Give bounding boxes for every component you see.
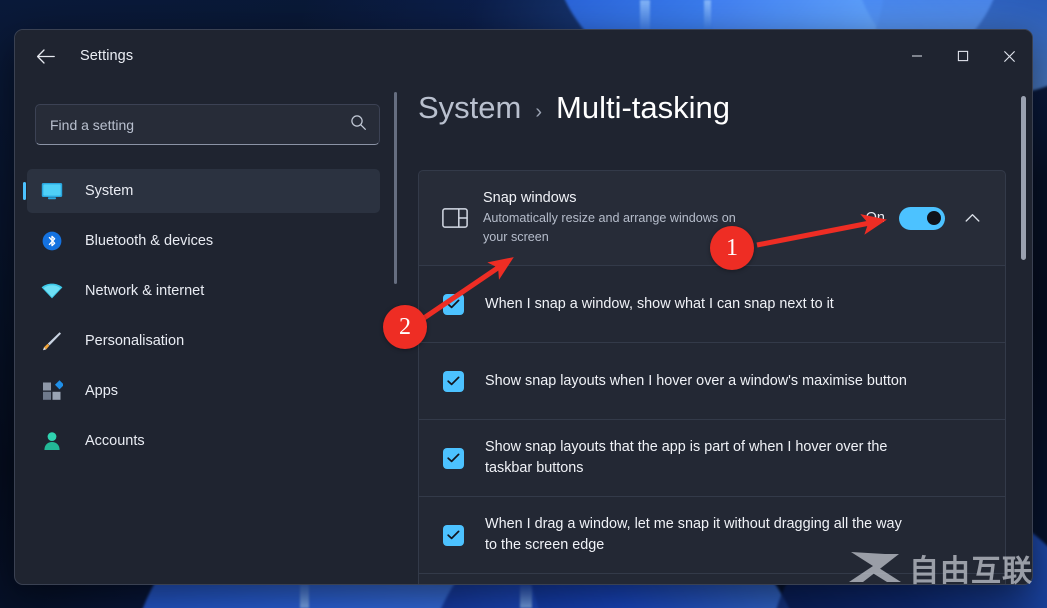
close-icon — [1003, 50, 1015, 62]
checkmark-icon — [447, 530, 460, 540]
wifi-icon — [37, 278, 67, 304]
snap-toggle-state-label: On — [865, 210, 885, 226]
x-logo-icon — [849, 552, 901, 582]
snap-option-row[interactable]: Show snap layouts that the app is part o… — [418, 419, 1006, 496]
minimize-button[interactable] — [894, 30, 940, 82]
paintbrush-icon — [37, 328, 67, 354]
snap-option-row[interactable]: When I snap a window, show what I can sn… — [418, 265, 1006, 342]
checkmark-icon — [447, 453, 460, 463]
sidebar-item-apps[interactable]: Apps — [27, 369, 380, 413]
snap-windows-text: Snap windows Automatically resize and ar… — [477, 190, 866, 246]
chevron-up-icon — [965, 214, 979, 222]
maximize-button[interactable] — [940, 30, 986, 82]
apps-icon — [37, 378, 67, 404]
settings-window: Settings Find a setting System Bluetooth… — [14, 29, 1033, 585]
page-title: Multi-tasking — [556, 90, 731, 125]
snap-windows-toggle[interactable] — [899, 206, 945, 230]
sidebar-item-label: Apps — [85, 383, 119, 399]
sidebar-item-bluetooth-devices[interactable]: Bluetooth & devices — [27, 219, 380, 263]
checkmark-icon — [447, 299, 460, 309]
snap-windows-title: Snap windows — [483, 190, 577, 207]
snap-windows-subtitle: Automatically resize and arrange windows… — [483, 211, 736, 244]
sidebar-scrollbar[interactable] — [394, 92, 397, 284]
snap-option-checkbox[interactable] — [443, 524, 464, 546]
breadcrumb-separator-icon: › — [535, 101, 543, 123]
snap-option-label: Show snap layouts when I hover over a wi… — [485, 372, 907, 389]
minimize-icon — [912, 55, 922, 57]
person-icon — [37, 428, 67, 454]
search-box — [35, 104, 380, 145]
wallpaper-streak — [704, 0, 711, 30]
bluetooth-icon — [37, 228, 67, 254]
sidebar-item-label: Network & internet — [85, 283, 205, 299]
sidebar-nav: System Bluetooth & devices Network & int… — [15, 169, 400, 463]
back-button[interactable] — [28, 39, 62, 73]
snap-option-checkbox[interactable] — [443, 447, 464, 469]
monitor-icon — [37, 178, 67, 204]
settings-cards: Snap windows Automatically resize and ar… — [400, 170, 1032, 584]
breadcrumb: System › Multi-tasking — [400, 90, 1032, 170]
checkmark-icon — [447, 376, 460, 386]
snap-windows-card: Snap windows Automatically resize and ar… — [418, 170, 1006, 265]
back-arrow-icon — [36, 48, 55, 64]
window-content: System Bluetooth & devices — [15, 82, 1032, 584]
snap-option-row[interactable]: Show snap layouts when I hover over a wi… — [418, 342, 1006, 419]
toggle-knob — [927, 211, 941, 225]
sidebar-item-system[interactable]: System — [27, 169, 380, 213]
snap-option-label: When I snap a window, show what I can sn… — [485, 295, 834, 312]
app-title: Settings — [80, 48, 134, 64]
main-pane: System › Multi-tasking Snap windows Auto… — [400, 82, 1032, 584]
window-controls — [894, 30, 1032, 82]
sidebar-item-personalisation[interactable]: Personalisation — [27, 319, 380, 363]
snap-layout-icon — [433, 208, 477, 228]
sidebar-item-network-internet[interactable]: Network & internet — [27, 269, 380, 313]
close-button[interactable] — [986, 30, 1032, 82]
sidebar-item-label: Personalisation — [85, 333, 185, 349]
sidebar: System Bluetooth & devices — [15, 82, 400, 584]
watermark-text: 自由互联 — [909, 554, 1033, 589]
search-input[interactable] — [35, 104, 380, 145]
snap-option-label: Show snap layouts that the app is part o… — [485, 439, 888, 476]
title-bar: Settings — [15, 30, 1032, 82]
wallpaper-streak — [520, 582, 532, 608]
watermark: 自由互联 — [847, 546, 1033, 590]
snap-windows-header[interactable]: Snap windows Automatically resize and ar… — [419, 171, 1005, 265]
sidebar-item-label: Bluetooth & devices — [85, 233, 214, 249]
maximize-icon — [957, 50, 969, 62]
snap-option-checkbox[interactable] — [443, 293, 464, 315]
sidebar-item-accounts[interactable]: Accounts — [27, 419, 380, 463]
sidebar-item-label: System — [85, 183, 134, 199]
snap-expand-collapse-button[interactable] — [955, 201, 989, 235]
sidebar-item-label: Accounts — [85, 433, 145, 449]
breadcrumb-parent-link[interactable]: System — [418, 90, 521, 126]
main-scrollbar-thumb[interactable] — [1021, 96, 1026, 260]
snap-option-checkbox[interactable] — [443, 370, 464, 392]
